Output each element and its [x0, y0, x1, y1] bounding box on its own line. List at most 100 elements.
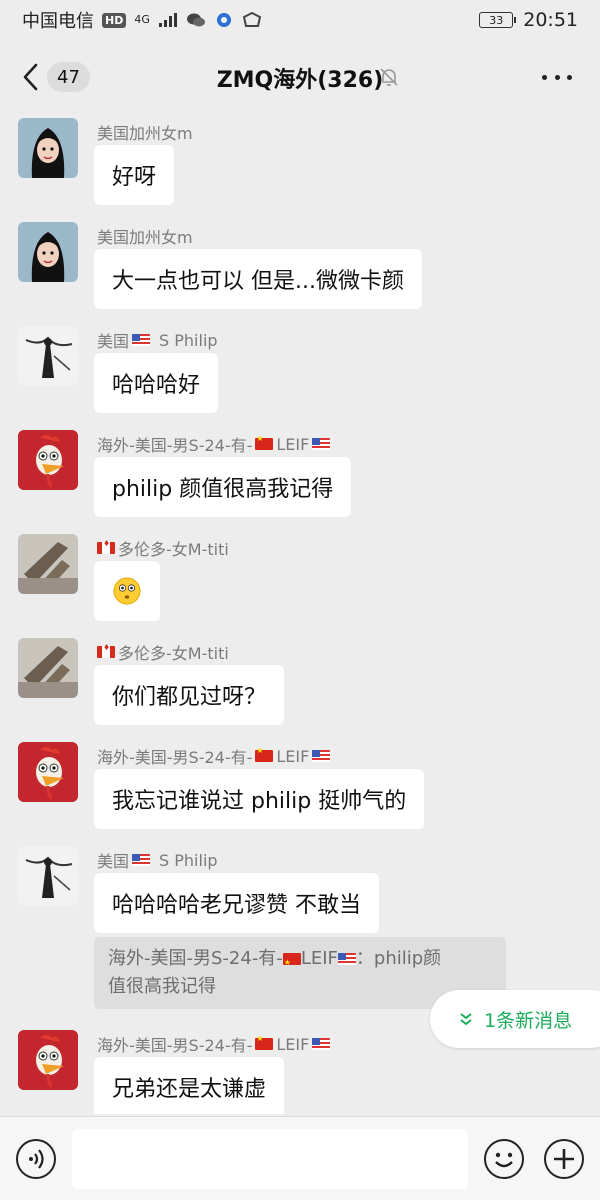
chat-header: 47 ZMQ海外(326) [0, 48, 600, 106]
network-type: 4G [134, 13, 150, 26]
canada-flag-icon [97, 539, 115, 554]
message-text: 哈哈哈哈老兄谬赞 不敢当 [112, 893, 361, 918]
us-flag-icon [312, 438, 331, 450]
sender-name-part: 海外-美国-男S-24-有- [97, 748, 253, 767]
rooster-avatar-icon [18, 742, 78, 802]
sender-name-part: LEIF [276, 1034, 310, 1054]
status-bar: 中国电信 HD 4G 33 20:51 [0, 0, 600, 40]
rooster-avatar-icon [18, 430, 78, 490]
sender-name-part: 美国 [97, 332, 130, 351]
more-options-button[interactable] [542, 66, 572, 88]
avatar[interactable] [18, 742, 78, 802]
message-bubble[interactable]: philip 颜值很高我记得 [94, 457, 352, 517]
us-flag-icon [312, 750, 331, 762]
message-bubble[interactable]: 哈哈哈哈老兄谬赞 不敢当 [94, 873, 379, 933]
rooster-avatar-icon [18, 1030, 78, 1090]
quote-text: LEIF [300, 948, 338, 969]
signal-icon [158, 13, 177, 27]
voice-input-button[interactable] [16, 1139, 56, 1179]
message-bubble[interactable]: 兄弟还是太谦虚 [94, 1057, 285, 1114]
us-flag-icon [337, 953, 356, 965]
wechat-icon [186, 13, 205, 27]
message-bubble[interactable]: 好呀 [94, 145, 175, 205]
cat-photo-avatar-icon [18, 534, 78, 594]
new-message-button[interactable]: 1条新消息 [430, 990, 600, 1048]
sender-name-part: S Philip [159, 850, 218, 870]
sender-name-part: LEIF [276, 746, 310, 766]
avatar[interactable] [18, 326, 78, 386]
message-bubble[interactable]: 哈哈哈好 [94, 353, 219, 413]
sender-name: 美国加州女m [97, 228, 193, 247]
message-input[interactable] [72, 1129, 468, 1189]
sender-name-part: LEIF [276, 434, 310, 454]
quote-line-2: 值很高我记得 [108, 976, 216, 997]
input-bar [0, 1116, 600, 1200]
avatar[interactable] [18, 534, 78, 594]
avatar[interactable] [18, 118, 78, 178]
sender-name-part: S Philip [159, 330, 218, 350]
message-bubble[interactable]: 我忘记谁说过 philip 挺帅气的 [94, 769, 425, 829]
avatar[interactable] [18, 430, 78, 490]
quote-text: 海外-美国-男S-24-有- [108, 948, 283, 969]
avatar[interactable] [18, 846, 78, 906]
message-text: 我忘记谁说过 philip 挺帅气的 [112, 789, 407, 814]
muted-bell-icon [380, 68, 398, 86]
girl-cartoon-avatar-icon [18, 222, 78, 282]
chat-title: ZMQ海外(326) [216, 68, 384, 93]
cn-flag-icon [255, 1034, 274, 1050]
sender-name: 多伦多-女M-titi [97, 640, 229, 664]
avatar[interactable] [18, 638, 78, 698]
us-flag-icon [132, 334, 151, 346]
battery-level: 33 [489, 13, 504, 27]
voice-icon [29, 1149, 44, 1169]
sender-name: 美国 S Philip [97, 848, 218, 872]
message-bubble[interactable]: 大一点也可以 但是...微微卡颜 [94, 249, 422, 309]
quote-text: ：philip颜 [355, 948, 442, 969]
flushed-face-emoji-icon [113, 577, 141, 605]
message-bubble[interactable]: 你们都见过呀？ [94, 665, 285, 725]
message-bubble[interactable] [94, 561, 160, 621]
emoji-button[interactable] [484, 1139, 524, 1179]
sender-name-part: 美国 [97, 852, 130, 871]
message-text: 哈哈哈好 [112, 373, 201, 398]
app-notification-icon [216, 13, 231, 27]
sender-name: 美国 S Philip [97, 328, 218, 352]
battery-icon: 33 [479, 12, 517, 28]
ink-figure-avatar-icon [18, 846, 78, 906]
ink-figure-avatar-icon [18, 326, 78, 386]
quote-line-1: 海外-美国-男S-24-有- LEIF ：philip颜 [108, 945, 492, 977]
hd-badge: HD [102, 12, 127, 28]
more-actions-button[interactable] [544, 1139, 584, 1179]
girl-cartoon-avatar-icon [18, 118, 78, 178]
cn-flag-icon [255, 434, 274, 450]
new-message-label: 1条新消息 [484, 1009, 573, 1032]
message-text: 你们都见过呀？ [112, 685, 267, 710]
sender-name: 海外-美国-男S-24-有- LEIF [97, 432, 331, 456]
clock: 20:51 [523, 9, 578, 31]
sender-name-part: 多伦多-女M-titi [118, 540, 229, 559]
double-chevron-down-icon [460, 1013, 472, 1026]
sender-name: 海外-美国-男S-24-有- LEIF [97, 1032, 331, 1056]
message-text: 好呀 [112, 165, 157, 190]
avatar[interactable] [18, 222, 78, 282]
sender-name: 美国加州女m [97, 124, 193, 143]
carrier-label: 中国电信 [22, 11, 94, 32]
smiley-icon [495, 1152, 513, 1168]
avatar[interactable] [18, 1030, 78, 1090]
sender-name: 海外-美国-男S-24-有- LEIF [97, 744, 331, 768]
canada-flag-icon [97, 643, 115, 658]
cn-flag-icon [255, 746, 274, 762]
cn-flag-icon [282, 949, 301, 977]
sender-name-part: 多伦多-女M-titi [118, 644, 229, 663]
sender-name-part: 海外-美国-男S-24-有- [97, 436, 253, 455]
message-text: philip 颜值很高我记得 [112, 477, 334, 502]
us-flag-icon [132, 854, 151, 866]
message-text: 大一点也可以 但是...微微卡颜 [112, 269, 404, 294]
message-text: 兄弟还是太谦虚 [112, 1077, 267, 1102]
plus-icon [554, 1149, 574, 1169]
sender-name-part: 海外-美国-男S-24-有- [97, 1036, 253, 1055]
sender-name: 多伦多-女M-titi [97, 536, 229, 560]
shield-app-icon [242, 12, 262, 27]
us-flag-icon [312, 1038, 331, 1050]
cat-photo-avatar-icon [18, 638, 78, 698]
